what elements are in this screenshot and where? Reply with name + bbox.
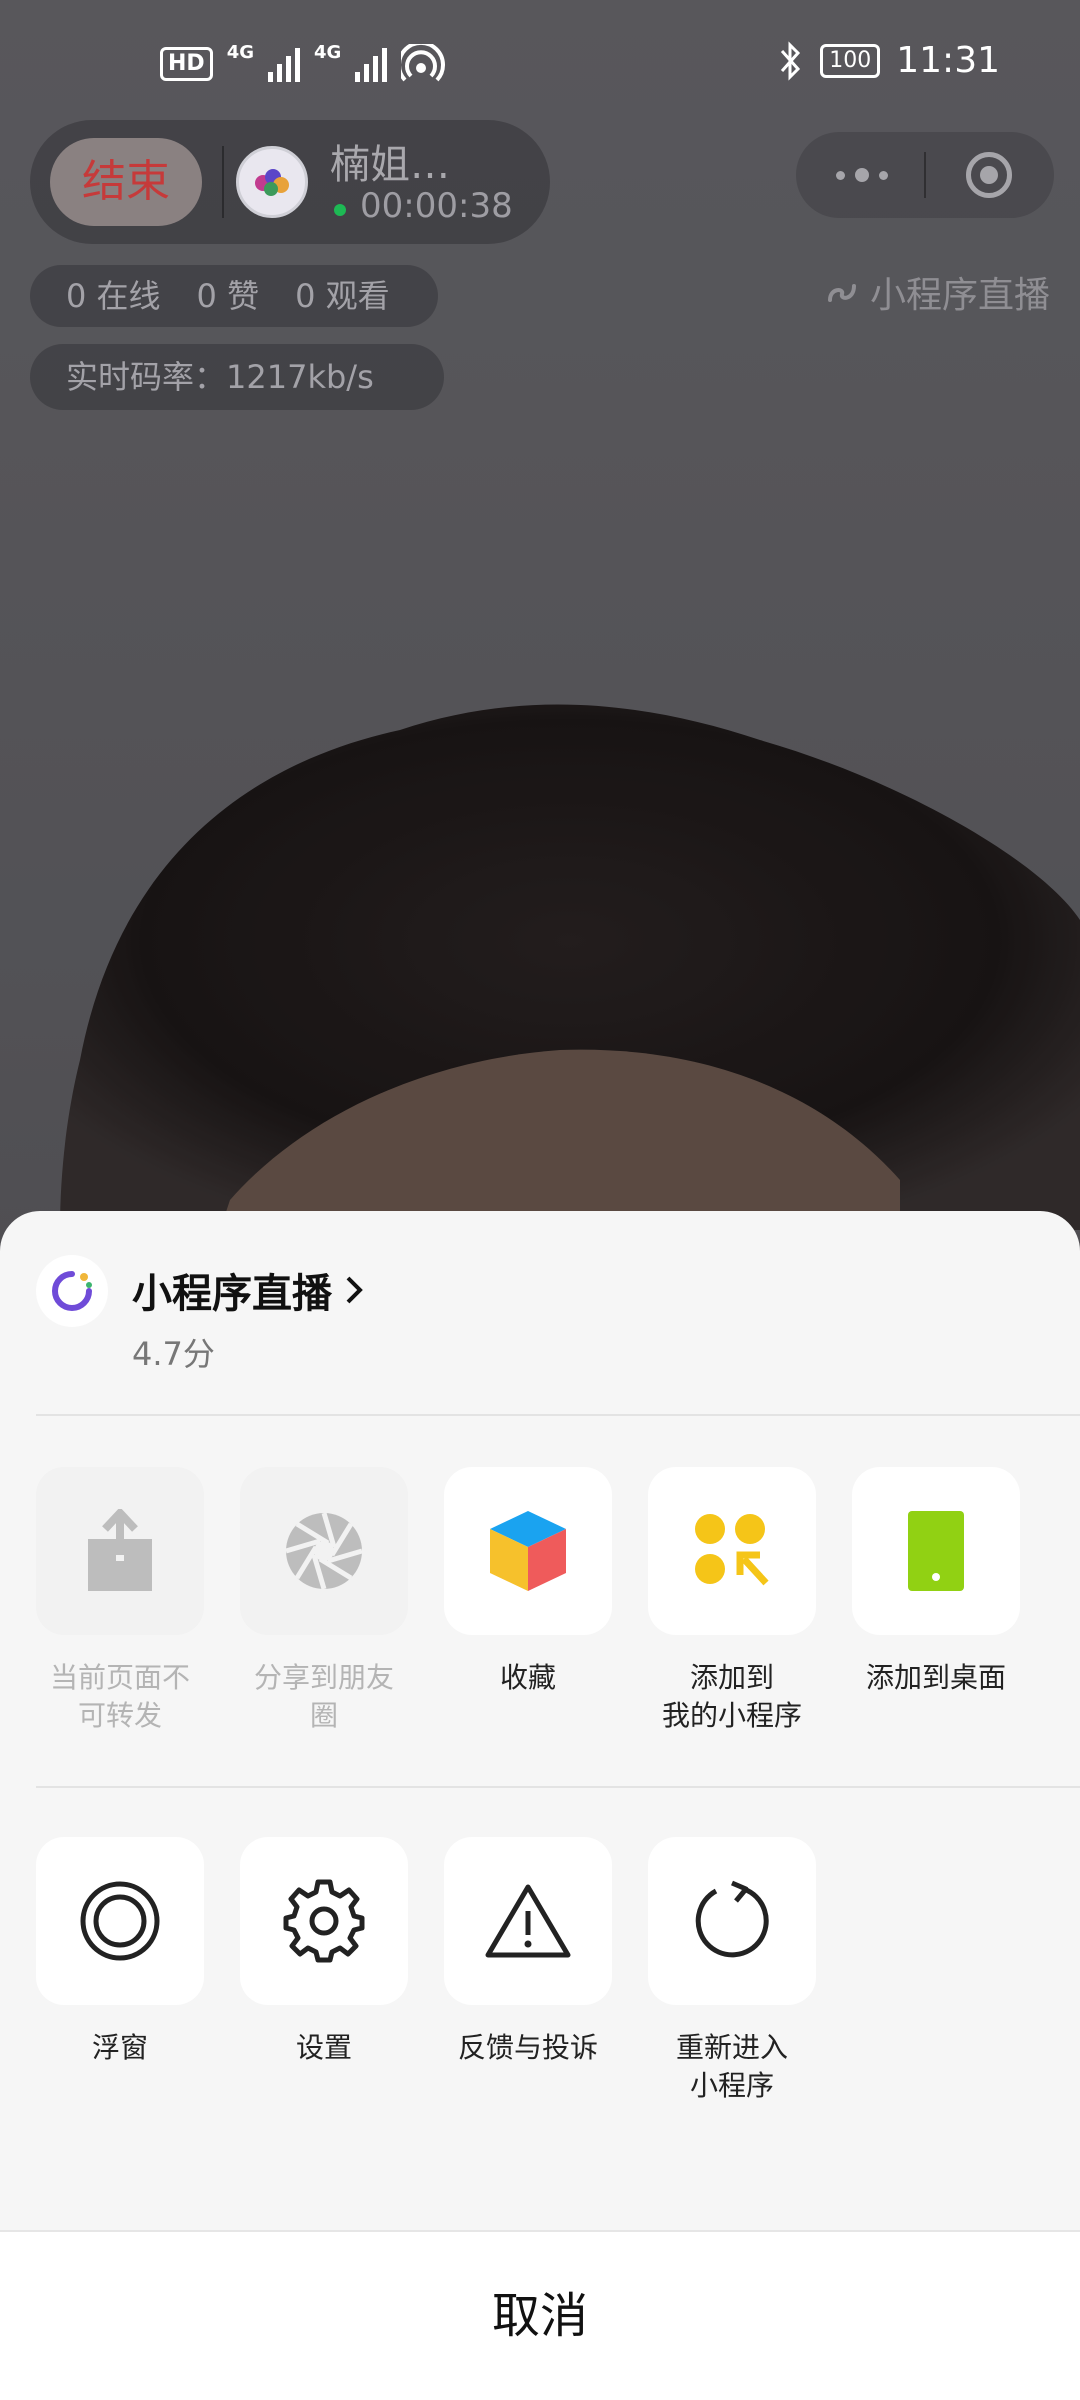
host-name: 楠姐… (330, 142, 450, 188)
floating-window-icon (80, 1881, 160, 1961)
signal-icon-2 (355, 46, 388, 82)
chevron-right-icon (346, 1276, 363, 1304)
app-title[interactable]: 小程序直播 (132, 1261, 368, 1319)
status-right: 100 11:31 (778, 40, 1000, 81)
share-moments-label: 分享到朋友 圈 (253, 1661, 394, 1732)
network-type-2: 4G (314, 41, 342, 63)
settings-item: 设置 (240, 1837, 408, 2064)
settings-label: 设置 (295, 2031, 352, 2064)
add-to-my-miniprogram-icon (695, 1514, 769, 1586)
divider (924, 152, 926, 198)
live-stats: 0 在线 0 赞 0 观看 (30, 265, 438, 327)
reenter-button[interactable] (648, 1837, 816, 2005)
add-my-miniprogram-button[interactable] (648, 1467, 816, 1635)
hd-indicator: HD (160, 47, 213, 81)
reload-icon (695, 1880, 769, 1958)
action-sheet: 小程序直播 4.7分 (0, 1211, 1080, 2400)
cancel-label: 取消 (491, 2288, 588, 2344)
add-desktop-label: 添加到桌面 (865, 1661, 1006, 1694)
forward-item: 当前页面不 可转发 (36, 1467, 204, 1732)
app-title-label: 小程序直播 (132, 1271, 332, 1317)
floating-window-button[interactable] (36, 1837, 204, 2005)
add-to-desktop-icon (908, 1511, 964, 1591)
reenter-item: 重新进入 小程序 (648, 1837, 816, 2102)
share-row: 当前页面不 可转发 分享到朋友 圈 收藏 添加到 我的小程序 添加到桌面 (36, 1467, 1080, 1732)
favorite-button[interactable] (444, 1467, 612, 1635)
miniprogram-tag[interactable]: 小程序直播 (824, 266, 1050, 318)
view-count: 0 观看 (295, 277, 390, 315)
battery-icon: 100 (820, 43, 881, 78)
miniprogram-capsule (796, 132, 1054, 218)
favorite-label: 收藏 (499, 1661, 556, 1694)
divider (36, 1414, 1080, 1416)
moments-item: 分享到朋友 圈 (240, 1467, 408, 1732)
forward-label: 当前页面不 可转发 (49, 1661, 190, 1732)
settings-gear-icon (283, 1879, 365, 1963)
hotspot-icon (401, 44, 446, 82)
bitrate-label: 实时码率：1217kb/s (30, 344, 444, 410)
floating-window-label: 浮窗 (91, 2031, 148, 2064)
reenter-label: 重新进入 小程序 (675, 2031, 788, 2102)
miniprogram-icon (827, 284, 856, 302)
add-desktop-item: 添加到桌面 (852, 1467, 1020, 1694)
end-live-button[interactable]: 结束 (50, 138, 202, 226)
add-my-miniprogram-item: 添加到 我的小程序 (648, 1467, 816, 1732)
status-bar: HD 4G 4G 100 11:31 (0, 0, 1080, 130)
moments-icon (285, 1512, 363, 1590)
warning-triangle-icon (485, 1884, 571, 1958)
network-type-1: 4G (226, 41, 254, 63)
avatar[interactable] (236, 146, 308, 218)
live-indicator-dot (334, 204, 346, 216)
divider (222, 146, 224, 218)
app-rating: 4.7分 (132, 1335, 215, 1373)
divider (36, 1786, 1080, 1788)
signal-icon (268, 46, 300, 82)
feedback-label: 反馈与投诉 (457, 2031, 598, 2064)
miniprogram-tag-label: 小程序直播 (869, 275, 1050, 316)
forward-button[interactable] (36, 1467, 204, 1635)
settings-row: 浮窗 设置 反馈与投诉 重新进入 小程序 (36, 1837, 1080, 2102)
share-moments-button[interactable] (240, 1467, 408, 1635)
like-count: 0 赞 (196, 277, 260, 315)
cancel-button[interactable]: 取消 (0, 2230, 1080, 2400)
feedback-button[interactable] (444, 1837, 612, 2005)
add-desktop-button[interactable] (852, 1467, 1020, 1635)
status-left: HD 4G 4G (160, 41, 446, 84)
feedback-item: 反馈与投诉 (444, 1837, 612, 2064)
share-icon (88, 1509, 152, 1591)
app-logo[interactable] (36, 1255, 108, 1327)
favorite-cube-icon (490, 1511, 566, 1591)
live-timer: 00:00:38 (360, 186, 513, 226)
app-logo-icon (52, 1271, 92, 1311)
add-my-miniprogram-label: 添加到 我的小程序 (661, 1661, 802, 1732)
bluetooth-icon (781, 40, 801, 81)
close-miniprogram-icon[interactable] (966, 152, 1012, 198)
more-icon[interactable] (830, 160, 894, 190)
favorite-item: 收藏 (444, 1467, 612, 1694)
online-count: 0 在线 (66, 277, 161, 315)
clock: 11:31 (896, 40, 1000, 81)
live-info-pill: 结束 楠姐… 00:00:38 (30, 120, 550, 244)
settings-button[interactable] (240, 1837, 408, 2005)
floating-window-item: 浮窗 (36, 1837, 204, 2064)
